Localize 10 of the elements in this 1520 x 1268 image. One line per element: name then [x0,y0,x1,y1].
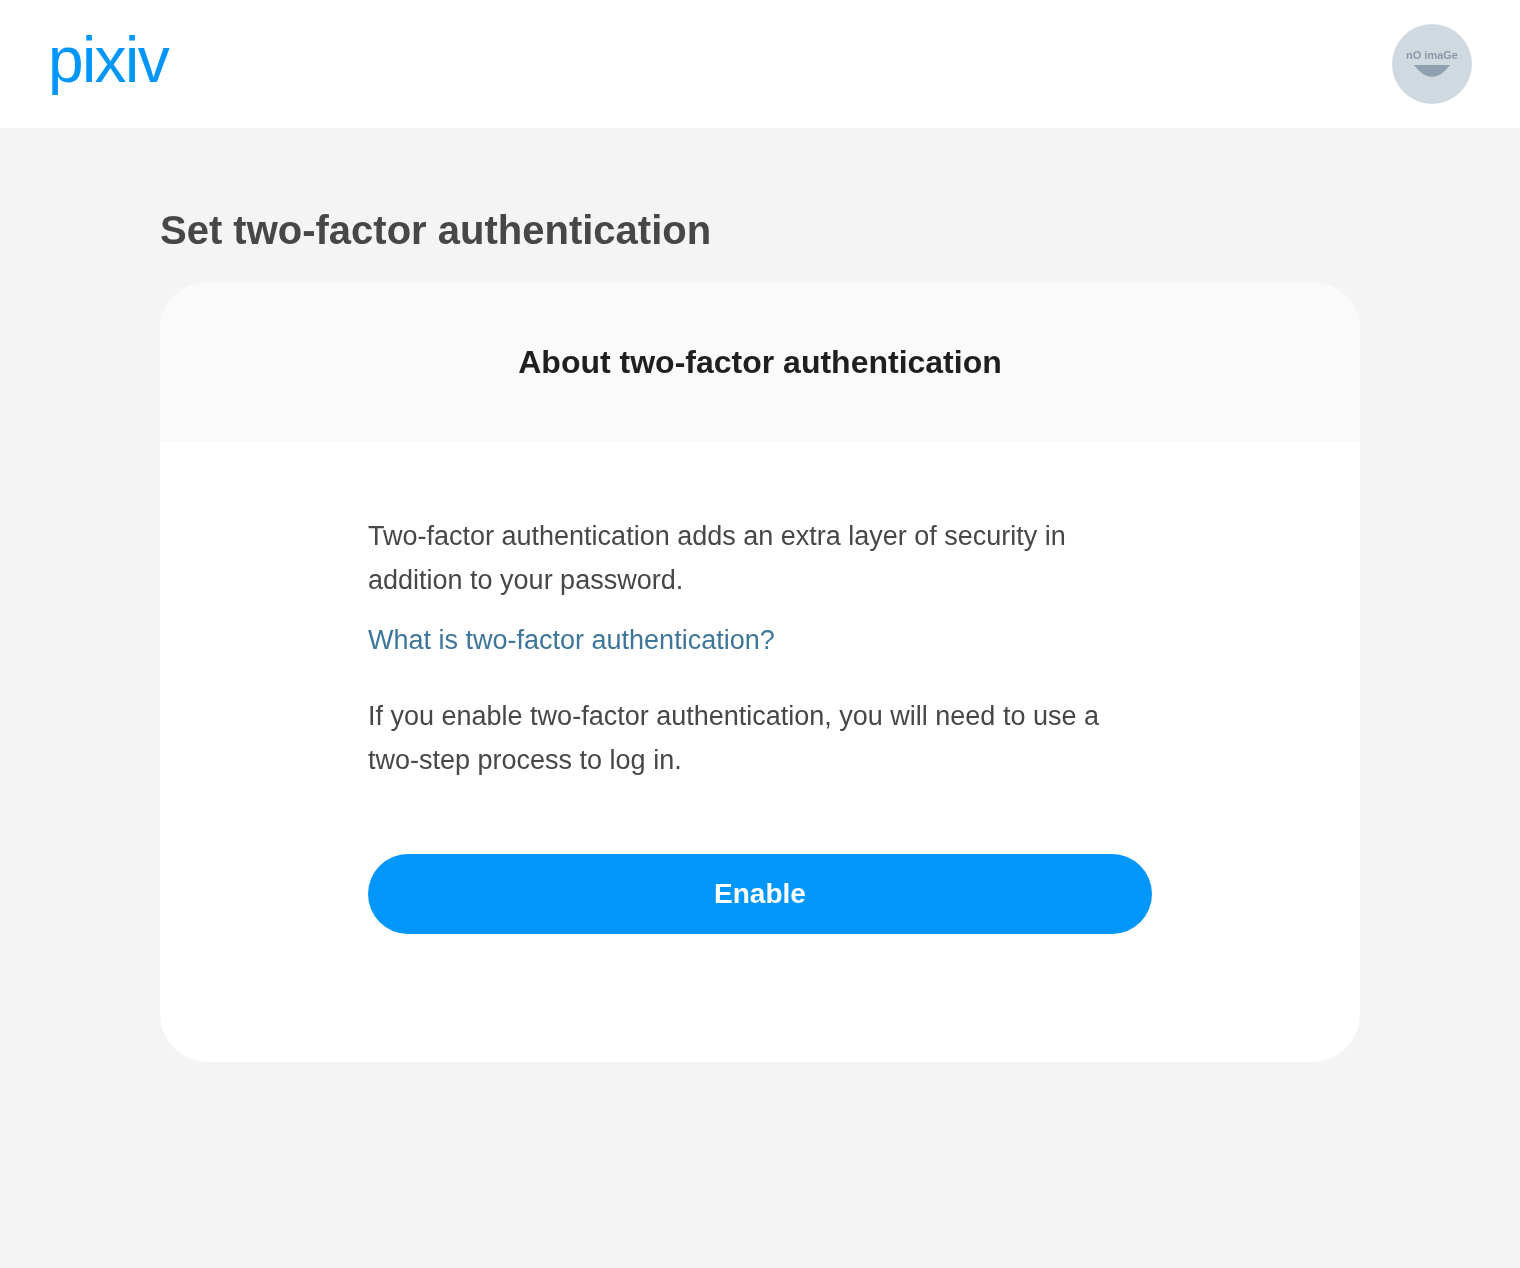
enable-button[interactable]: Enable [368,854,1152,934]
pixiv-logo[interactable]: pixiv [48,28,169,100]
page-title: Set two-factor authentication [160,208,713,252]
help-link[interactable]: What is two-factor authentication? [368,618,775,662]
avatar[interactable]: nO imaGe [1392,24,1472,104]
description-text: Two-factor authentication adds an extra layer of security in addition to your password. [368,520,1067,597]
avatar-label: nO imaGe [1406,49,1458,61]
card-heading: About two-factor authentication [518,343,1002,382]
description-text: If you enable two-factor authentication, you will need to use a two-step process to log in. [368,700,1100,777]
smile-icon [1412,62,1452,79]
